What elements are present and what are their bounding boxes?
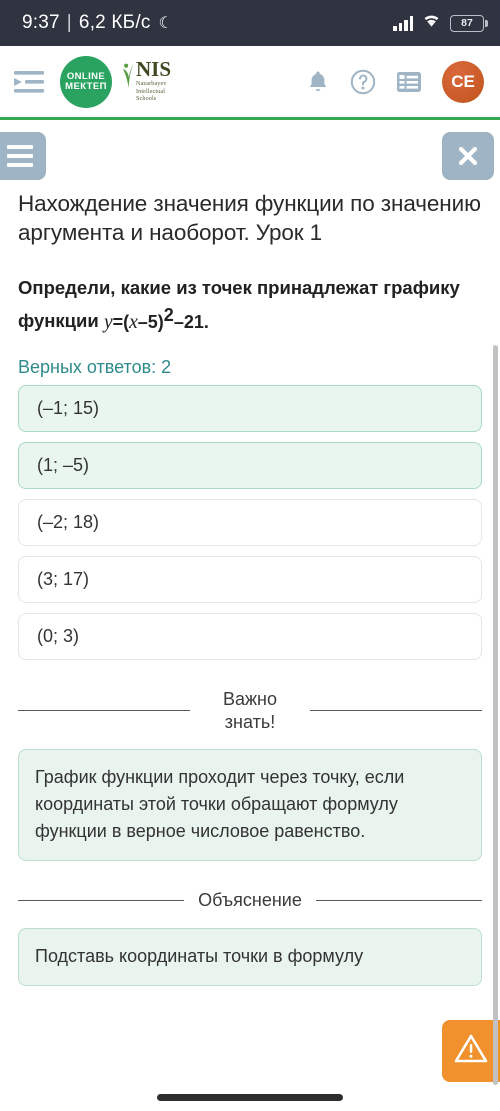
answer-option[interactable]: (–2; 18) [18, 499, 482, 547]
correct-answers-count: Верных ответов: 2 [18, 357, 172, 378]
question-formula: y=(x–5)2–21. [103, 304, 209, 333]
divider-line-left [18, 899, 185, 901]
page-title: Нахождение значения функции по значению … [18, 191, 481, 245]
question-circle-icon[interactable] [350, 69, 376, 95]
answer-option[interactable]: (1; –5) [18, 442, 482, 490]
explanation-divider: Объяснение [18, 889, 483, 912]
signal-bars-icon [393, 15, 413, 31]
important-note-box: График функции проходит через точку, есл… [18, 749, 482, 862]
answer-option-label: (–1; 15) [37, 398, 100, 419]
answer-options-list: (–1; 15) (1; –5) (–2; 18) (3; 17) (0; 3) [18, 385, 482, 661]
lesson-toolbar [0, 120, 500, 190]
nis-sub-2: Intellectual [136, 87, 166, 95]
list-icon[interactable] [396, 70, 422, 94]
important-divider: Важно знать! [18, 688, 482, 733]
app-header: ONLINE МЕКТЕП NIS Nazarbayev Intellectua… [0, 46, 500, 120]
hamburger-icon[interactable] [0, 132, 46, 180]
divider-line-left [18, 710, 190, 712]
vertical-scrollbar[interactable] [493, 345, 498, 1085]
lesson-content: Нахождение значения функции по значению … [0, 190, 500, 987]
status-separator: | [66, 12, 72, 33]
nis-logo-text: NIS Nazarbayev Intellectual Schools [136, 56, 172, 103]
status-bar-right: 87 [393, 13, 488, 33]
app-header-left: ONLINE МЕКТЕП NIS Nazarbayev Intellectua… [10, 55, 172, 108]
formula-exponent: 2 [163, 304, 174, 325]
nis-leaf-icon [122, 62, 135, 88]
divider-line-right [310, 710, 482, 712]
status-data-rate: 6,2 КБ/с [78, 12, 151, 33]
report-problem-button[interactable] [442, 1020, 500, 1082]
nis-sub-1: Nazarbayev [136, 79, 167, 87]
logo-mektep-line2: МЕКТЕП [65, 80, 107, 92]
nis-sub-3: Schools [136, 95, 157, 103]
nis-title: NIS [136, 56, 172, 81]
close-x-icon[interactable] [442, 132, 494, 180]
explanation-box: Подставь координаты точки в формулу [18, 927, 482, 987]
indent-menu-icon[interactable] [10, 67, 50, 97]
formula-minus-1: – [137, 311, 148, 332]
status-time: 9:37 [22, 12, 60, 33]
answer-option-label: (3; 17) [37, 569, 90, 590]
answer-option-label: (–2; 18) [37, 512, 100, 533]
warning-triangle-icon [454, 1033, 488, 1069]
answer-option-label: (1; –5) [37, 455, 90, 476]
avatar[interactable]: СЕ [442, 60, 484, 103]
crescent-moon-icon: ☾ [158, 15, 174, 32]
explanation-divider-label: Объяснение [198, 890, 302, 911]
formula-eq: = [112, 311, 124, 332]
formula-minus-2: – [173, 311, 184, 332]
home-indicator [157, 1094, 343, 1101]
logo-mektep-line1: ONLINE [66, 70, 106, 82]
answer-option[interactable]: (–1; 15) [18, 385, 482, 433]
answer-option[interactable]: (3; 17) [18, 556, 482, 604]
battery-level: 87 [461, 17, 473, 29]
online-mektep-logo[interactable]: ONLINE МЕКТЕП [60, 55, 112, 108]
app-header-actions: СЕ [306, 60, 484, 103]
status-bar-left: 9:37 | 6,2 КБ/с ☾ [22, 12, 173, 34]
formula-period: . [203, 311, 209, 332]
answer-option[interactable]: (0; 3) [18, 613, 482, 661]
important-divider-label: Важно знать! [222, 689, 277, 732]
formula-twentyone: 21 [183, 311, 204, 332]
question-text: Определи, какие из точек принадлежат гра… [18, 274, 482, 338]
nis-logo[interactable]: NIS Nazarbayev Intellectual Schools [122, 56, 172, 103]
answer-option-label: (0; 3) [37, 626, 80, 647]
question-prompt: Определи, какие из точек принадлежат гра… [18, 276, 460, 332]
battery-icon: 87 [450, 14, 488, 32]
phone-screen: 9:37 | 6,2 КБ/с ☾ 87 ONLINE МЕКТЕП NIS N… [0, 0, 500, 1111]
formula-x: x [129, 311, 138, 333]
divider-line-right [315, 899, 483, 901]
formula-five: 5 [147, 311, 158, 332]
wifi-icon [422, 13, 441, 33]
bell-icon[interactable] [306, 69, 330, 95]
formula-y: y [103, 311, 113, 333]
status-bar: 9:37 | 6,2 КБ/с ☾ 87 [0, 0, 500, 46]
